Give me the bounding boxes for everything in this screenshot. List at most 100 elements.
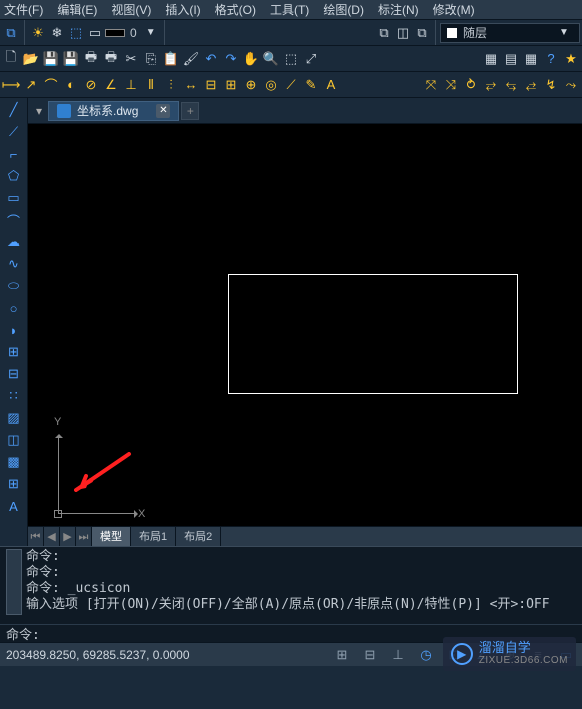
dim-linear-icon[interactable]: ⟼ xyxy=(2,76,20,94)
pan-icon[interactable]: ✋ xyxy=(242,50,260,68)
layout-nav-last-icon[interactable]: ⏭ xyxy=(76,527,92,546)
circle-icon[interactable]: ○ xyxy=(3,298,25,318)
print-preview-icon[interactable]: 🖶 xyxy=(102,50,120,68)
cube-icon[interactable]: ⬚ xyxy=(67,24,85,42)
layout-nav-first-icon[interactable]: ⏮ xyxy=(28,527,44,546)
modify-4-icon[interactable]: ⥂ xyxy=(482,76,500,94)
settings-icon[interactable]: ❄ xyxy=(48,24,66,42)
menu-insert[interactable]: 插入(I) xyxy=(165,1,200,18)
tolerance-icon[interactable]: ⊞ xyxy=(222,76,240,94)
xline-icon[interactable]: ⟋ xyxy=(3,122,25,142)
layout-tab-layout1[interactable]: 布局1 xyxy=(131,527,176,546)
window-icon-1[interactable]: ⧉ xyxy=(375,24,393,42)
menu-annotate[interactable]: 标注(N) xyxy=(378,1,419,18)
hatch-icon[interactable]: ▨ xyxy=(3,408,25,428)
point-icon[interactable]: ∷ xyxy=(3,386,25,406)
layer-icon[interactable]: ▭ xyxy=(86,24,104,42)
modify-2-icon[interactable]: ⤨ xyxy=(442,76,460,94)
dim-baseline-icon[interactable]: ⫴ xyxy=(142,76,160,94)
cloud-icon[interactable]: ☁ xyxy=(3,232,25,252)
menu-file[interactable]: 文件(F) xyxy=(4,1,43,18)
properties-icon[interactable]: ▤ xyxy=(502,50,520,68)
layer-dropdown[interactable]: 随层 ▼ xyxy=(440,23,580,43)
menu-edit[interactable]: 编辑(E) xyxy=(57,1,97,18)
inspection-icon[interactable]: ◎ xyxy=(262,76,280,94)
print-icon[interactable]: 🖶 xyxy=(82,50,100,68)
rectangle-icon[interactable]: ▭ xyxy=(3,188,25,208)
dim-break-icon[interactable]: ⊟ xyxy=(202,76,220,94)
save-icon[interactable]: 💾 xyxy=(42,50,60,68)
polyline-icon[interactable]: ⌐ xyxy=(3,144,25,164)
modify-7-icon[interactable]: ↯ xyxy=(542,76,560,94)
snap-icon[interactable]: ⊟ xyxy=(360,645,380,665)
zoom-icon[interactable]: 🔍 xyxy=(262,50,280,68)
center-mark-icon[interactable]: ⊕ xyxy=(242,76,260,94)
dim-arc-icon[interactable]: ⌒ xyxy=(42,76,60,94)
dim-angular-icon[interactable]: ∠ xyxy=(102,76,120,94)
modify-5-icon[interactable]: ⥃ xyxy=(502,76,520,94)
zoom-extents-icon[interactable]: ⤢ xyxy=(302,50,320,68)
dim-edit-icon[interactable]: ✎ xyxy=(302,76,320,94)
layer-manager-icon[interactable]: ⧉ xyxy=(2,24,20,42)
new-tab-button[interactable]: + xyxy=(181,102,199,120)
menu-view[interactable]: 视图(V) xyxy=(111,1,151,18)
layout-tab-layout2[interactable]: 布局2 xyxy=(176,527,221,546)
ellipse-arc-icon[interactable]: ◗ xyxy=(3,320,25,340)
drawing-viewport[interactable]: Y X xyxy=(28,124,582,526)
jogged-icon[interactable]: ⟋ xyxy=(282,76,300,94)
window-icon-3[interactable]: ⧉ xyxy=(413,24,431,42)
sun-icon[interactable]: ☀ xyxy=(29,24,47,42)
layout-nav-next-icon[interactable]: ▶ xyxy=(60,527,76,546)
region-icon[interactable]: ▩ xyxy=(3,452,25,472)
saveas-icon[interactable]: 💾 xyxy=(62,50,80,68)
dim-text-edit-icon[interactable]: A xyxy=(322,76,340,94)
polygon-icon[interactable]: ⬠ xyxy=(3,166,25,186)
ellipse-icon[interactable]: ⬭ xyxy=(3,276,25,296)
tab-menu-icon[interactable]: ▾ xyxy=(32,104,46,118)
dim-space-icon[interactable]: ↔ xyxy=(182,76,200,94)
modify-3-icon[interactable]: ⥁ xyxy=(462,76,480,94)
menu-modify[interactable]: 修改(M) xyxy=(433,1,475,18)
undo-icon[interactable]: ↶ xyxy=(202,50,220,68)
dim-diameter-icon[interactable]: ⊘ xyxy=(82,76,100,94)
table-icon[interactable]: ▦ xyxy=(482,50,500,68)
dim-radius-icon[interactable]: ◐ xyxy=(62,76,80,94)
star-icon[interactable]: ★ xyxy=(562,50,580,68)
gradient-icon[interactable]: ◫ xyxy=(3,430,25,450)
dim-continue-icon[interactable]: ⫶ xyxy=(162,76,180,94)
new-file-icon[interactable]: 🗋 xyxy=(2,50,20,68)
coordinates-display[interactable]: 203489.8250, 69285.5237, 0.0000 xyxy=(6,648,324,662)
document-tab[interactable]: 坐标系.dwg ✕ xyxy=(48,101,179,121)
menu-tools[interactable]: 工具(T) xyxy=(270,1,309,18)
tab-close-icon[interactable]: ✕ xyxy=(156,104,170,118)
window-icon-2[interactable]: ◫ xyxy=(394,24,412,42)
match-icon[interactable]: 🖌 xyxy=(182,50,200,68)
lineweight-swatch[interactable] xyxy=(105,29,125,37)
polar-icon[interactable]: ◷ xyxy=(416,645,436,665)
grid-icon[interactable]: ⊞ xyxy=(332,645,352,665)
table-draw-icon[interactable]: ⊞ xyxy=(3,474,25,494)
layout-tab-model[interactable]: 模型 xyxy=(92,527,131,546)
copy-icon[interactable]: ⎘ xyxy=(142,50,160,68)
ortho-icon[interactable]: ⊥ xyxy=(388,645,408,665)
calculator-icon[interactable]: ▦ xyxy=(522,50,540,68)
dropdown-icon[interactable]: ▼ xyxy=(142,24,160,42)
insert-block-icon[interactable]: ⊞ xyxy=(3,342,25,362)
dim-aligned-icon[interactable]: ↗ xyxy=(22,76,40,94)
layout-nav-prev-icon[interactable]: ◀ xyxy=(44,527,60,546)
modify-1-icon[interactable]: ⤧ xyxy=(422,76,440,94)
line-icon[interactable]: ╱ xyxy=(3,100,25,120)
zoom-window-icon[interactable]: ⬚ xyxy=(282,50,300,68)
arc-icon[interactable]: ⌒ xyxy=(3,210,25,230)
open-file-icon[interactable]: 📂 xyxy=(22,50,40,68)
modify-8-icon[interactable]: ⤳ xyxy=(562,76,580,94)
make-block-icon[interactable]: ⊟ xyxy=(3,364,25,384)
cut-icon[interactable]: ✂ xyxy=(122,50,140,68)
modify-6-icon[interactable]: ⥄ xyxy=(522,76,540,94)
spline-icon[interactable]: ∿ xyxy=(3,254,25,274)
paste-icon[interactable]: 📋 xyxy=(162,50,180,68)
help-icon[interactable]: ? xyxy=(542,50,560,68)
text-icon[interactable]: A xyxy=(3,496,25,516)
dim-ordinate-icon[interactable]: ⊥ xyxy=(122,76,140,94)
redo-icon[interactable]: ↷ xyxy=(222,50,240,68)
